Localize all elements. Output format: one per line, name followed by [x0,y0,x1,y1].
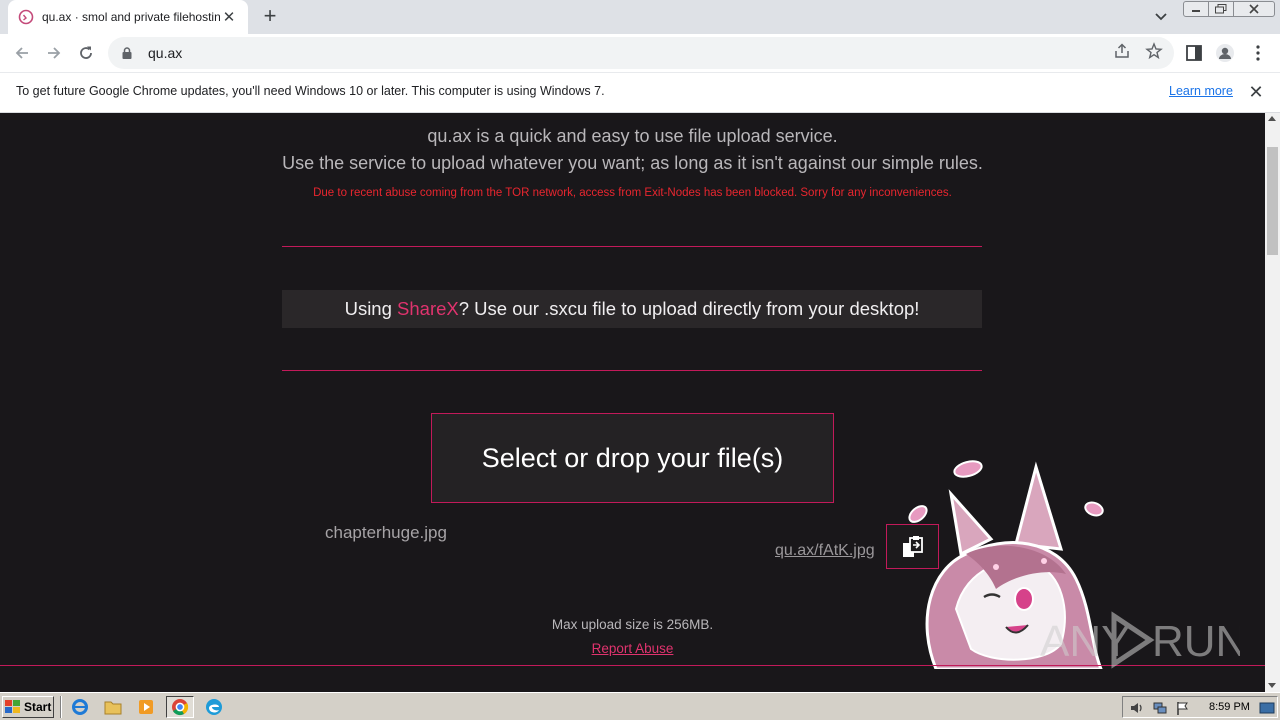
taskbar-chrome-button[interactable] [166,696,194,718]
restore-icon [1215,4,1227,14]
infobar-close-icon[interactable]: ✕ [1248,82,1264,102]
address-bar[interactable]: qu.ax [108,37,1174,69]
start-button[interactable]: Start [2,696,54,718]
taskbar-edge-button[interactable] [200,696,228,718]
svg-text:ANY: ANY [1040,617,1130,666]
show-desktop-icon[interactable] [1259,700,1275,716]
browser-tab[interactable]: qu.ax · smol and private filehosting ✕ [8,0,248,34]
lock-icon[interactable] [120,46,134,60]
tab-search-chevron-icon[interactable] [1150,8,1172,26]
scroll-down-arrow-icon[interactable] [1268,683,1276,688]
bookmark-star-icon[interactable] [1145,42,1163,60]
uploaded-file-link[interactable]: qu.ax/fAtK.jpg [775,542,875,560]
divider-top [282,246,982,247]
close-icon [1249,4,1259,14]
back-button[interactable] [10,41,34,65]
tab-title: qu.ax · smol and private filehosting [42,10,220,24]
window-close-button[interactable] [1233,1,1275,17]
sharex-prefix: Using [344,298,398,319]
report-abuse-link[interactable]: Report Abuse [592,641,674,656]
reload-button[interactable] [74,41,98,65]
menu-kebab-icon[interactable] [1248,43,1268,63]
anyrun-watermark-logo: ANY RUN [1040,611,1240,669]
windows-logo-icon [5,700,20,713]
url-text[interactable]: qu.ax [148,45,182,61]
tab-strip: qu.ax · smol and private filehosting ✕ + [0,0,1280,34]
internet-explorer-icon [72,699,88,715]
network-icon[interactable] [1152,700,1168,716]
taskbar-separator [60,696,62,718]
update-infobar: To get future Google Chrome updates, you… [0,72,1280,113]
watermark-run-text: RUN [1152,617,1240,666]
taskbar-media-player-button[interactable] [132,696,160,718]
reload-icon [80,46,92,59]
forward-button[interactable] [42,41,66,65]
profile-avatar-icon[interactable] [1215,43,1235,63]
page-scrollbar[interactable] [1265,113,1280,692]
arrow-right-icon [48,47,61,59]
media-player-icon [139,700,153,714]
scrollbar-thumb[interactable] [1267,147,1278,255]
chrome-icon [172,699,189,716]
sharex-suffix: ? Use our .sxcu file to upload directly … [458,298,920,319]
start-label: Start [24,700,52,714]
divider-bottom [282,370,982,371]
browser-toolbar: qu.ax [0,34,1280,72]
sharex-link[interactable]: ShareX [397,298,459,319]
new-tab-button[interactable]: + [258,5,282,29]
intro-line-1: qu.ax is a quick and easy to use file up… [427,126,838,146]
learn-more-link[interactable]: Learn more [1169,84,1233,98]
edge-icon [206,699,222,715]
site-favicon-icon [18,9,34,25]
scroll-up-arrow-icon[interactable] [1268,116,1276,121]
tab-close-icon[interactable]: ✕ [220,8,238,26]
select-files-button[interactable]: Select or drop your file(s) [431,413,834,503]
volume-icon[interactable] [1129,700,1145,716]
window-restore-button[interactable] [1208,1,1234,17]
side-panel-icon[interactable] [1184,43,1204,63]
taskbar-ie-button[interactable] [66,696,94,718]
tor-block-notice: Due to recent abuse coming from the TOR … [313,187,952,199]
system-tray: 8:59 PM [1122,696,1278,718]
windows-taskbar: Start 8:59 PM [0,692,1280,720]
window-minimize-button[interactable] [1183,1,1209,17]
share-icon[interactable] [1113,42,1131,60]
action-center-flag-icon[interactable] [1175,700,1191,716]
minimize-icon [1192,10,1200,12]
page-content: qu.ax is a quick and easy to use file up… [0,113,1265,692]
arrow-left-icon [15,47,28,59]
taskbar-clock[interactable]: 8:59 PM [1209,701,1250,713]
sharex-banner: Using ShareX? Use our .sxcu file to uplo… [282,290,982,328]
infobar-message: To get future Google Chrome updates, you… [16,84,605,98]
folder-icon [104,701,122,715]
uploaded-file-name: chapterhuge.jpg [325,523,447,542]
taskbar-explorer-button[interactable] [99,696,127,718]
intro-line-2: Use the service to upload whatever you w… [282,153,983,173]
